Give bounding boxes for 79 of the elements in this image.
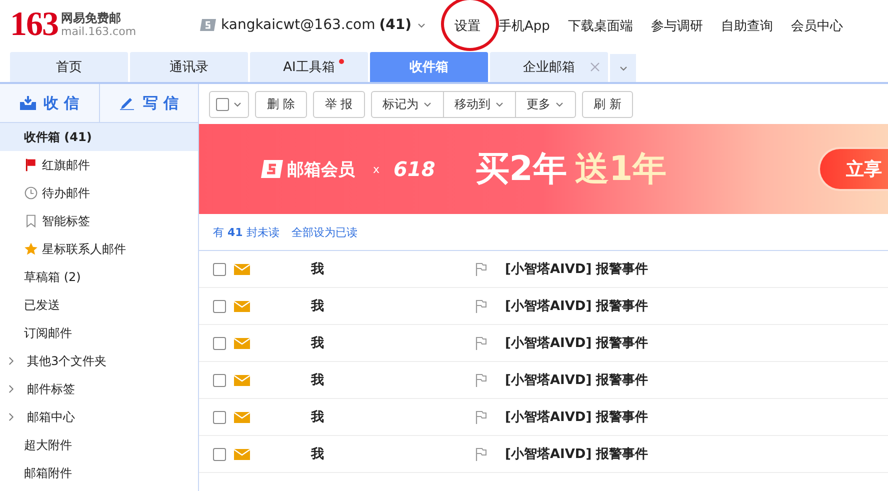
tab[interactable]: 企业邮箱 xyxy=(490,52,608,82)
checkbox[interactable] xyxy=(213,336,226,350)
logo-number: 163 xyxy=(10,8,58,42)
toolbar-button[interactable]: 删 除 xyxy=(255,90,307,118)
checkbox[interactable] xyxy=(213,448,226,460)
checkbox[interactable] xyxy=(216,98,229,110)
subject[interactable]: [小智塔AIVD] 报警事件 xyxy=(505,445,648,463)
s-logo-icon xyxy=(261,160,283,178)
subject[interactable]: [小智塔AIVD] 报警事件 xyxy=(505,408,648,426)
flag-icon[interactable] xyxy=(475,299,487,313)
unread-summary: 有 41 封未读 xyxy=(213,224,280,240)
toolbar-button[interactable]: 刷 新 xyxy=(582,90,634,118)
star-icon xyxy=(24,242,38,256)
flag-icon xyxy=(24,158,38,172)
folder-item[interactable]: 其他3个文件夹 xyxy=(0,347,198,375)
folder-item[interactable]: 邮件标签 xyxy=(0,375,198,403)
nav-link[interactable]: 自助查询 xyxy=(712,17,782,35)
caret-icon xyxy=(416,22,426,28)
mark-all-read-link[interactable]: 全部设为已读 xyxy=(291,224,358,240)
sender: 我 xyxy=(311,298,325,315)
tab[interactable]: 通讯录 xyxy=(130,52,248,82)
sender: 我 xyxy=(311,446,325,463)
account-badge-icon xyxy=(200,19,216,31)
checkbox[interactable] xyxy=(213,262,226,276)
toolbar-button[interactable]: 举 报 xyxy=(312,90,365,118)
folder-item[interactable]: 星标联系人邮件 xyxy=(0,235,198,263)
checkbox[interactable] xyxy=(213,300,226,312)
banner-event: 618 xyxy=(394,157,436,181)
flag-icon[interactable] xyxy=(475,262,487,276)
folder-item[interactable]: 邮箱中心 xyxy=(0,403,198,431)
banner-times: x xyxy=(373,162,380,176)
subject[interactable]: [小智塔AIVD] 报警事件 xyxy=(505,297,648,315)
nav-link[interactable]: 下载桌面端 xyxy=(558,17,642,35)
banner-bonus: 送1年 xyxy=(574,148,667,191)
compose-button[interactable]: 写 信 xyxy=(98,84,198,122)
folder-item[interactable]: 草稿箱 (2) xyxy=(0,263,198,291)
nav-link[interactable]: 参与调研 xyxy=(642,17,712,35)
receive-button[interactable]: 收 信 xyxy=(0,84,98,122)
flag-icon[interactable] xyxy=(475,410,487,424)
logo-domain: mail.163.com xyxy=(61,26,136,38)
folder-item[interactable]: 邮箱附件 xyxy=(0,459,198,487)
folder-item[interactable]: 已发送 xyxy=(0,291,198,319)
folder-item[interactable]: 收件箱 (41) xyxy=(0,123,198,151)
clock-icon xyxy=(24,186,38,200)
sender: 我 xyxy=(311,372,325,389)
sender: 我 xyxy=(311,409,325,426)
flag-icon[interactable] xyxy=(475,447,487,461)
logo-title: 网易免费邮 xyxy=(61,12,122,26)
checkbox[interactable] xyxy=(213,410,226,424)
flag-icon[interactable] xyxy=(475,373,487,387)
caret-icon xyxy=(618,64,628,72)
sender: 我 xyxy=(311,335,325,352)
toolbar-button[interactable]: 更多 xyxy=(516,90,576,118)
subject[interactable]: [小智塔AIVD] 报警事件 xyxy=(505,334,648,352)
folder-item[interactable]: 订阅邮件 xyxy=(0,319,198,347)
folder-item[interactable]: 超大附件 xyxy=(0,431,198,459)
tab[interactable]: AI工具箱 xyxy=(250,52,368,82)
tab[interactable]: 首页 xyxy=(10,52,128,82)
subject[interactable]: [小智塔AIVD] 报警事件 xyxy=(505,371,648,389)
subject[interactable]: [小智塔AIVD] 报警事件 xyxy=(505,260,648,278)
nav-link[interactable]: 设置 xyxy=(446,17,490,35)
folder-item[interactable]: 待办邮件 xyxy=(0,179,198,207)
nav-link[interactable]: 会员中心 xyxy=(782,17,852,35)
folder-item[interactable]: 红旗邮件 xyxy=(0,151,198,179)
banner-offer: 买2年 xyxy=(475,148,567,191)
pencil-icon xyxy=(119,96,136,110)
toolbar-button[interactable]: 标记为 xyxy=(370,90,444,118)
caret-icon xyxy=(233,100,242,108)
checkbox[interactable] xyxy=(213,374,226,386)
flag-icon[interactable] xyxy=(475,336,487,350)
bookmark-icon xyxy=(24,214,38,228)
toolbar-button[interactable]: 移动到 xyxy=(444,90,516,118)
account-menu[interactable]: kangkaicwt@163.com (41) xyxy=(200,17,426,33)
sender: 我 xyxy=(311,261,325,278)
nav-link[interactable]: 手机App xyxy=(490,17,559,35)
folder-item[interactable]: 智能标签 xyxy=(0,207,198,235)
inbox-download-icon xyxy=(20,96,36,110)
select-all-dropdown[interactable] xyxy=(209,90,249,118)
banner-brand: 邮箱会员 xyxy=(287,158,355,180)
